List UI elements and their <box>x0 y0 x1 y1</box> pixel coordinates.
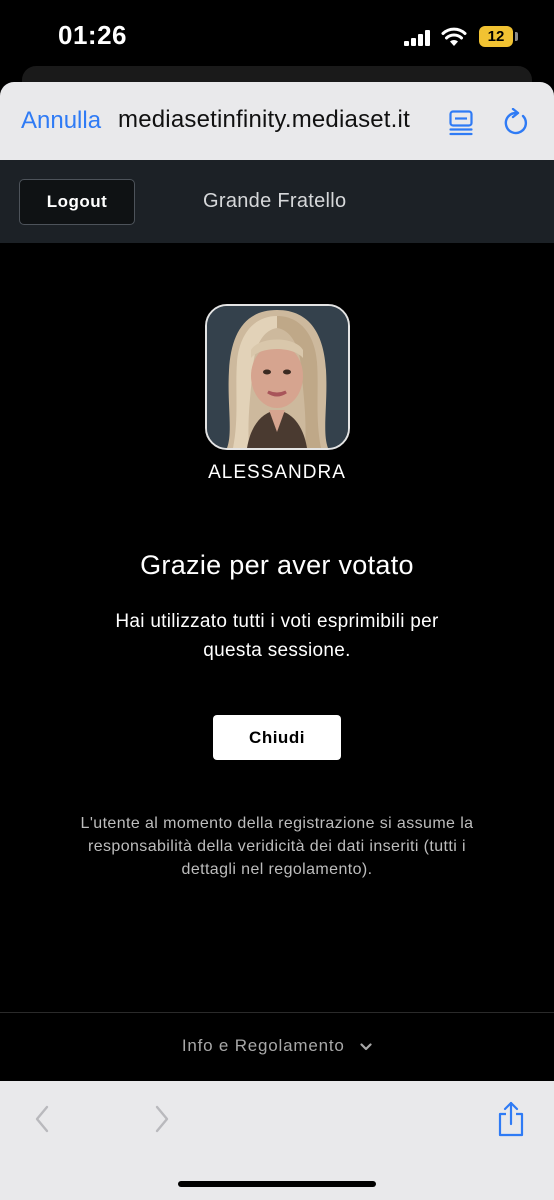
info-regolamento-label: Info e Regolamento <box>181 1036 345 1055</box>
cancel-button[interactable]: Annulla <box>21 107 101 135</box>
browser-top-bar: Annulla mediasetinfinity.mediaset.it <box>0 82 554 160</box>
candidate-photo <box>205 304 350 450</box>
reload-icon[interactable] <box>503 108 529 136</box>
disclaimer-text: L'utente al momento della registrazione … <box>80 815 474 878</box>
wifi-icon <box>441 27 467 46</box>
votes-exhausted-text: Hai utilizzato tutti i voti esprimibili … <box>115 611 439 661</box>
battery-cap <box>515 32 518 41</box>
logout-button[interactable]: Logout <box>19 179 135 225</box>
candidate-name: ALESSANDRA <box>208 462 346 483</box>
status-time: 01:26 <box>58 20 127 50</box>
address-bar[interactable]: mediasetinfinity.mediaset.it <box>118 106 428 134</box>
thanks-title: Grazie per aver votato <box>140 550 414 580</box>
app-header: Logout Grande Fratello <box>0 160 554 243</box>
close-button[interactable]: Chiudi <box>213 715 341 760</box>
show-title: Grande Fratello <box>203 190 347 212</box>
chevron-down-icon <box>360 1042 372 1050</box>
footer-divider <box>0 1012 554 1013</box>
candidate-portrait <box>207 306 348 448</box>
forward-icon[interactable] <box>154 1105 170 1133</box>
browser-bottom-toolbar <box>0 1081 554 1200</box>
home-indicator[interactable] <box>178 1181 376 1187</box>
share-icon[interactable] <box>497 1101 525 1137</box>
back-icon[interactable] <box>34 1105 50 1133</box>
info-regolamento-link[interactable]: Info e Regolamento <box>0 1036 554 1056</box>
battery-icon: 12 <box>479 26 513 47</box>
cellular-icon <box>404 30 430 46</box>
reader-icon[interactable] <box>449 110 473 136</box>
